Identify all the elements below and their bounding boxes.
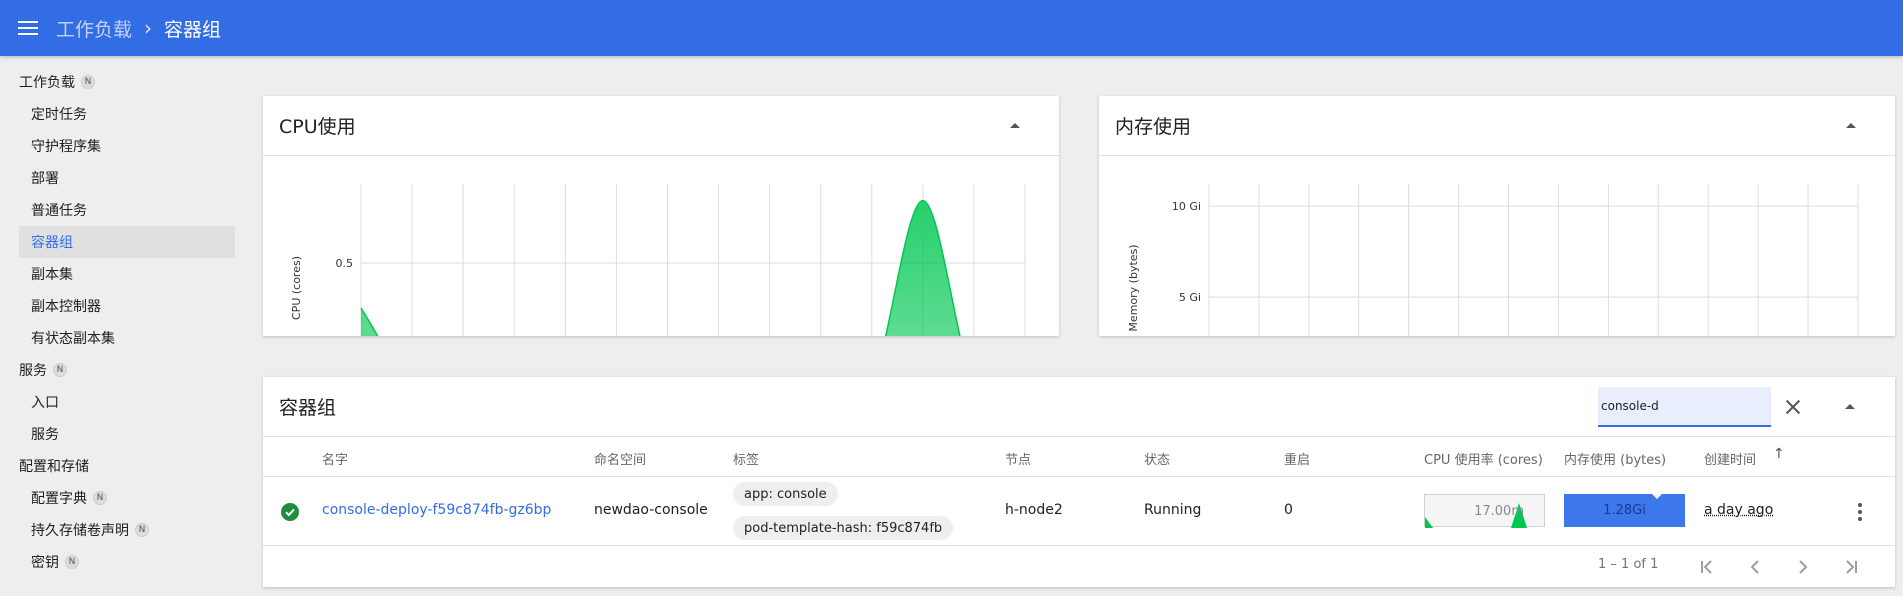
namespaced-badge: N — [81, 75, 95, 89]
sidebar-item-ingresses[interactable]: 入口 — [19, 386, 235, 418]
namespaced-badge: N — [93, 491, 107, 505]
column-header-restarts[interactable]: 重启 — [1284, 449, 1310, 468]
pod-status: Running — [1144, 502, 1202, 518]
filter-input[interactable]: console-d — [1598, 387, 1771, 427]
column-header-cpu[interactable]: CPU 使用率 (cores) — [1424, 449, 1543, 468]
menu-icon[interactable] — [0, 0, 56, 56]
y-tick-label: 5 Gi — [1179, 291, 1201, 304]
card-header: CPU使用 — [263, 96, 1059, 156]
namespaced-badge: N — [53, 363, 67, 377]
series-area — [361, 200, 960, 336]
namespaced-badge: N — [135, 523, 149, 537]
sidebar-item-replicasets[interactable]: 副本集 — [19, 258, 235, 290]
sidebar-item-cronjobs[interactable]: 定时任务 — [19, 98, 235, 130]
column-header-memory[interactable]: 内存使用 (bytes) — [1564, 449, 1666, 468]
top-app-bar: 工作负载 › 容器组 — [0, 0, 1903, 56]
sidebar-item-pvcs[interactable]: 持久存储卷声明 N — [19, 514, 235, 546]
column-header-status[interactable]: 状态 — [1144, 449, 1170, 468]
sidebar-item-statefulsets[interactable]: 有状态副本集 — [19, 322, 235, 354]
sidebar-section-label: 工作负载 — [19, 75, 75, 91]
cpu-sparkline: 17.00m — [1424, 494, 1545, 528]
y-axis-label: CPU (cores) — [290, 256, 303, 320]
sidebar-item-configmaps[interactable]: 配置字典 N — [19, 482, 235, 514]
last-page-icon[interactable] — [1841, 557, 1861, 577]
clear-filter-icon[interactable] — [1784, 398, 1802, 416]
memory-usage-value: 1.28Gi — [1603, 503, 1646, 518]
sidebar-section-label: 配置和存储 — [19, 459, 89, 475]
sidebar-item-services[interactable]: 服务 — [19, 418, 235, 450]
card-title: 内存使用 — [1115, 116, 1192, 138]
status-ok-icon — [281, 503, 299, 521]
sidebar-item-label: 配置字典 — [31, 491, 87, 507]
more-actions-icon[interactable] — [1857, 503, 1863, 521]
chevron-right-icon: › — [144, 16, 153, 40]
collapse-icon[interactable] — [1845, 404, 1855, 409]
cpu-usage-chart: 00.509:5809:5910:0010:0110:0210:0310:041… — [290, 184, 1026, 336]
y-axis-label: Memory (bytes) — [1127, 244, 1140, 331]
column-header-labels: 标签 — [733, 453, 760, 468]
sidebar-section-services[interactable]: 服务 N — [0, 354, 240, 386]
pod-restarts: 0 — [1284, 502, 1293, 518]
card-title: 容器组 — [279, 397, 337, 419]
sidebar-section-config[interactable]: 配置和存储 — [0, 450, 240, 482]
collapse-icon[interactable] — [1010, 123, 1020, 128]
y-tick-label: 0.5 — [336, 257, 354, 270]
cpu-usage-card: CPU使用 00.509:5809:5910:0010:0110:0210:03… — [263, 96, 1059, 336]
column-header-namespace[interactable]: 命名空间 — [594, 449, 646, 468]
column-header-name[interactable]: 名字 — [322, 449, 348, 468]
pod-name-link[interactable]: console-deploy-f59c874fb-gz6bp — [322, 502, 551, 518]
sort-ascending-icon[interactable]: ↑ — [1773, 446, 1785, 462]
column-header-node[interactable]: 节点 — [1005, 449, 1031, 468]
next-page-icon[interactable] — [1793, 557, 1813, 577]
memory-sparkline-peak — [1652, 494, 1662, 499]
breadcrumb-parent[interactable]: 工作负载 — [56, 15, 132, 42]
column-header-created[interactable]: 创建时间 — [1704, 449, 1756, 468]
breadcrumb-current: 容器组 — [164, 18, 222, 41]
label-chip: pod-template-hash: f59c874fb — [733, 516, 954, 540]
namespaced-badge: N — [65, 555, 79, 569]
first-page-icon[interactable] — [1697, 557, 1717, 577]
label-chip: app: console — [733, 482, 838, 506]
sidebar: 工作负载 N 定时任务 守护程序集 部署 普通任务 容器组 副本集 副本控制器 … — [0, 56, 240, 596]
sidebar-section-label: 服务 — [19, 363, 47, 379]
card-header: 内存使用 — [1099, 96, 1895, 156]
sidebar-item-label: 密钥 — [31, 555, 59, 571]
sidebar-section-workloads[interactable]: 工作负载 N — [0, 66, 240, 98]
pod-created-time: a day ago — [1704, 502, 1774, 518]
previous-page-icon[interactable] — [1745, 557, 1765, 577]
y-tick-label: 10 Gi — [1172, 200, 1201, 213]
memory-sparkline: 1.28Gi — [1564, 494, 1685, 527]
cpu-usage-value: 17.00m — [1474, 504, 1524, 519]
memory-usage-chart: 0 Gi5 Gi10 Gi09:5809:5910:0010:0110:0210… — [1127, 184, 1859, 336]
sidebar-item-secrets[interactable]: 密钥 N — [19, 546, 235, 578]
card-title: CPU使用 — [279, 116, 356, 138]
pagination-range: 1 – 1 of 1 — [1598, 557, 1659, 572]
sidebar-item-jobs[interactable]: 普通任务 — [19, 194, 235, 226]
sidebar-item-label: 持久存储卷声明 — [31, 523, 129, 539]
sidebar-item-pods[interactable]: 容器组 — [19, 226, 235, 258]
sidebar-item-daemonsets[interactable]: 守护程序集 — [19, 130, 235, 162]
sidebar-item-replicationcontrollers[interactable]: 副本控制器 — [19, 290, 235, 322]
sidebar-item-deployments[interactable]: 部署 — [19, 162, 235, 194]
memory-usage-card: 内存使用 0 Gi5 Gi10 Gi09:5809:5910:0010:0110… — [1099, 96, 1895, 336]
collapse-icon[interactable] — [1846, 123, 1856, 128]
pod-node: h-node2 — [1005, 502, 1063, 518]
pod-namespace: newdao-console — [594, 502, 708, 518]
